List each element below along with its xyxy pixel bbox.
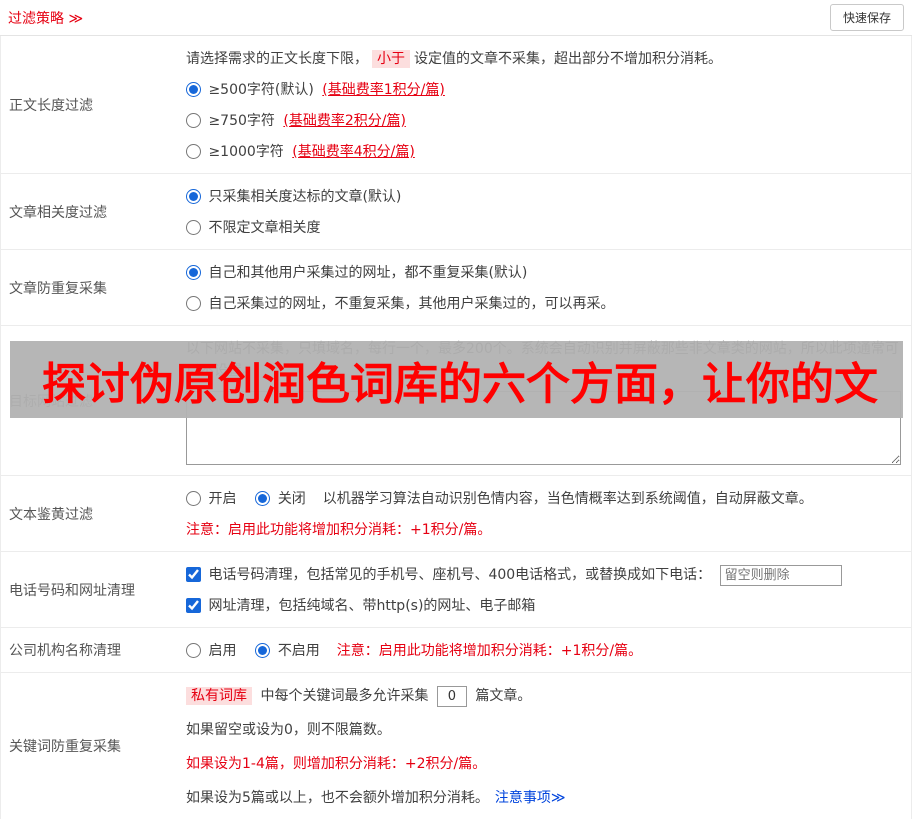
row-label-company-cleanup: 公司机构名称清理 [9, 643, 121, 659]
row-relevance-filter: 文章相关度过滤 只采集相关度达标的文章(默认) 不限定文章相关度 [1, 174, 911, 250]
length-intro-pre: 请选择需求的正文长度下限， [186, 51, 368, 67]
max-articles-input[interactable] [436, 686, 467, 707]
quick-save-button[interactable]: 快速保存 [829, 4, 904, 31]
phone-url-content: 电话号码清理，包括常见的手机号、座机号、400电话格式，或替换成如下电话： 网址… [177, 552, 911, 627]
company-cleanup-note: 注意：启用此功能将增加积分消耗：+1积分/篇。 [336, 643, 643, 659]
keyword-note-five-plus-text: 如果设为5篇或以上，也不会额外增加积分消耗。 [186, 790, 489, 806]
row-label-porn-filter: 文本鉴黄过滤 [9, 506, 93, 523]
company-option-row: 启用 不启用 注意：启用此功能将增加积分消耗：+1积分/篇。 [186, 640, 901, 662]
length-option-label: ≥500字符(默认) [208, 82, 314, 98]
less-than-highlight: 小于 [372, 50, 410, 68]
porn-option-label: 开启 [208, 491, 237, 507]
company-option-radio-on[interactable] [186, 643, 201, 658]
porn-option-radio-on[interactable] [186, 491, 201, 506]
row-phone-url-cleanup: 电话号码和网址清理 电话号码清理，包括常见的手机号、座机号、400电话格式，或替… [1, 552, 911, 628]
keyword-note-cost: 如果设为1-4篇，则增加积分消耗：+2积分/篇。 [186, 756, 487, 772]
porn-filter-description: 以机器学习算法自动识别色情内容，当色情概率达到系统阈值，自动屏蔽文章。 [322, 491, 813, 507]
length-option-radio-750[interactable] [186, 113, 201, 128]
row-label-phone-url-cleanup: 电话号码和网址清理 [9, 582, 135, 599]
length-option-row: ≥750字符 (基础费率2积分/篇) [186, 110, 901, 132]
porn-option-radio-off[interactable] [255, 491, 271, 506]
watermark-overlay: 探讨伪原创润色词库的六个方面，让你的文 [10, 341, 903, 418]
company-option-label: 不启用 [277, 643, 320, 659]
length-option-rate-note: (基础费率1积分/篇) [322, 82, 445, 98]
dedup-option-radio-global[interactable] [186, 265, 201, 280]
length-option-rate-note: (基础费率2积分/篇) [283, 113, 406, 129]
row-label-relevance-filter: 文章相关度过滤 [9, 204, 107, 221]
company-option-label: 启用 [208, 643, 237, 659]
length-option-radio-1000[interactable] [186, 144, 201, 159]
dedup-option-row: 自己采集过的网址，不重复采集，其他用户采集过的，可以再采。 [186, 293, 901, 315]
row-label-length-filter: 正文长度过滤 [9, 97, 93, 114]
phone-cleanup-row: 电话号码清理，包括常见的手机号、座机号、400电话格式，或替换成如下电话： [186, 564, 901, 586]
dedup-option-label: 自己和其他用户采集过的网址，都不重复采集(默认) [208, 265, 528, 281]
replacement-phone-input[interactable] [719, 565, 842, 586]
length-option-rate-note: (基础费率4积分/篇) [292, 144, 415, 160]
relevance-option-label: 不限定文章相关度 [208, 220, 321, 236]
keyword-limit-post: 篇文章。 [475, 688, 532, 704]
phone-cleanup-label: 电话号码清理，包括常见的手机号、座机号、400电话格式，或替换成如下电话： [208, 567, 712, 583]
dedup-filter-content: 自己和其他用户采集过的网址，都不重复采集(默认) 自己采集过的网址，不重复采集，… [177, 250, 911, 325]
settings-table: 正文长度过滤 请选择需求的正文长度下限， 小于 设定值的文章不采集，超出部分不增加积… [0, 36, 912, 819]
keyword-note-five-plus: 如果设为5篇或以上，也不会额外增加积分消耗。 注意事项≫ [186, 787, 901, 809]
toolbar: 过滤策略 ≫ 快速保存 [0, 0, 912, 36]
company-option-radio-off[interactable] [255, 643, 271, 658]
row-keyword-dedup: 关键词防重复采集 私有词库 中每个关键词最多允许采集 篇文章。 如果留空或设为0… [1, 673, 911, 819]
length-filter-intro: 请选择需求的正文长度下限， 小于 设定值的文章不采集，超出部分不增加积分消耗。 [186, 48, 901, 70]
filter-strategy-title[interactable]: 过滤策略 ≫ [8, 8, 83, 28]
porn-filter-content: 开启 关闭 以机器学习算法自动识别色情内容，当色情概率达到系统阈值，自动屏蔽文章… [177, 476, 911, 551]
porn-option-row: 开启 关闭 以机器学习算法自动识别色情内容，当色情概率达到系统阈值，自动屏蔽文章… [186, 488, 901, 510]
private-thesaurus-highlight: 私有词库 [186, 687, 252, 705]
keyword-dedup-content: 私有词库 中每个关键词最多允许采集 篇文章。 如果留空或设为0，则不限篇数。 如… [177, 673, 911, 819]
relevance-option-row: 不限定文章相关度 [186, 217, 901, 239]
length-filter-content: 请选择需求的正文长度下限， 小于 设定值的文章不采集，超出部分不增加积分消耗。 ≥5… [177, 36, 911, 173]
relevance-option-radio-strict[interactable] [186, 189, 201, 204]
row-company-cleanup: 公司机构名称清理 启用 不启用 注意：启用此功能将增加积分消耗：+1积分/篇。 [1, 628, 911, 673]
length-intro-post: 设定值的文章不采集，超出部分不增加积分消耗。 [414, 51, 722, 67]
company-cleanup-content: 启用 不启用 注意：启用此功能将增加积分消耗：+1积分/篇。 [177, 628, 911, 672]
relevance-option-radio-any[interactable] [186, 220, 201, 235]
relevance-option-row: 只采集相关度达标的文章(默认) [186, 186, 901, 208]
dedup-option-radio-self[interactable] [186, 296, 201, 311]
length-option-radio-500[interactable] [186, 82, 201, 97]
length-option-row: ≥1000字符 (基础费率4积分/篇) [186, 141, 901, 163]
relevance-filter-content: 只采集相关度达标的文章(默认) 不限定文章相关度 [177, 174, 911, 249]
row-label-dedup-filter: 文章防重复采集 [9, 280, 107, 297]
keyword-note-unlimited: 如果留空或设为0，则不限篇数。 [186, 722, 391, 738]
row-porn-filter: 文本鉴黄过滤 开启 关闭 以机器学习算法自动识别色情内容，当色情概率达到系统阈值… [1, 476, 911, 552]
porn-option-label: 关闭 [277, 491, 306, 507]
row-dedup-filter: 文章防重复采集 自己和其他用户采集过的网址，都不重复采集(默认) 自己采集过的网… [1, 250, 911, 326]
length-option-label: ≥750字符 [208, 113, 275, 129]
phone-cleanup-checkbox[interactable] [186, 567, 201, 582]
dedup-option-row: 自己和其他用户采集过的网址，都不重复采集(默认) [186, 262, 901, 284]
length-option-row: ≥500字符(默认) (基础费率1积分/篇) [186, 79, 901, 101]
dedup-option-label: 自己采集过的网址，不重复采集，其他用户采集过的，可以再采。 [208, 296, 615, 312]
url-cleanup-row: 网址清理，包括纯域名、带http(s)的网址、电子邮箱 [186, 595, 901, 617]
relevance-option-label: 只采集相关度达标的文章(默认) [208, 189, 402, 205]
url-cleanup-label: 网址清理，包括纯域名、带http(s)的网址、电子邮箱 [208, 598, 536, 614]
length-option-label: ≥1000字符 [208, 144, 284, 160]
url-cleanup-checkbox[interactable] [186, 598, 201, 613]
row-length-filter: 正文长度过滤 请选择需求的正文长度下限， 小于 设定值的文章不采集，超出部分不增加积… [1, 36, 911, 174]
row-label-keyword-dedup: 关键词防重复采集 [9, 739, 121, 755]
notice-link[interactable]: 注意事项≫ [495, 790, 566, 806]
keyword-limit-row: 私有词库 中每个关键词最多允许采集 篇文章。 [186, 685, 901, 707]
porn-filter-note: 注意：启用此功能将增加积分消耗：+1积分/篇。 [186, 522, 492, 538]
keyword-limit-pre: 中每个关键词最多允许采集 [260, 688, 429, 704]
